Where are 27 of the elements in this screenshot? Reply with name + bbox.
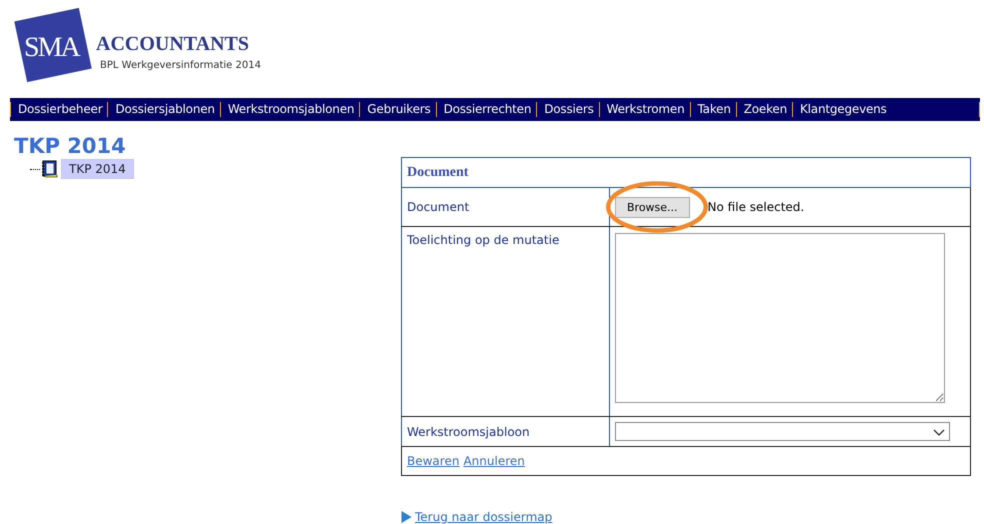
book-icon bbox=[40, 160, 58, 178]
file-status: No file selected. bbox=[708, 200, 804, 214]
menu-item[interactable]: Dossierbeheer bbox=[10, 102, 108, 117]
browse-button[interactable]: Browse... bbox=[615, 196, 690, 218]
menu-item[interactable]: Gebruikers bbox=[359, 102, 436, 117]
page-title: TKP 2014 bbox=[14, 133, 127, 159]
menu-item[interactable]: Dossiersjablonen bbox=[107, 102, 220, 117]
chevron-down-icon bbox=[933, 429, 945, 437]
field-label: Document bbox=[407, 200, 470, 214]
field-label: Toelichting op de mutatie bbox=[407, 233, 560, 247]
menu-item[interactable]: Werkstroomsjablonen bbox=[220, 102, 360, 117]
back-link[interactable]: Terug naar dossiermap bbox=[415, 510, 552, 524]
action-link[interactable]: Bewaren bbox=[407, 454, 460, 468]
menu-item[interactable]: Dossiers bbox=[536, 102, 599, 117]
template-dropdown[interactable] bbox=[615, 422, 950, 441]
comment-field[interactable] bbox=[615, 233, 945, 403]
tree-item[interactable]: TKP 2014 bbox=[61, 159, 134, 179]
menu-item[interactable]: Dossierrechten bbox=[436, 102, 536, 117]
menu-item[interactable]: Werkstromen bbox=[598, 102, 690, 117]
action-link[interactable]: Annuleren bbox=[463, 454, 525, 468]
menu-item[interactable]: Klantgegevens bbox=[792, 102, 892, 117]
menu-item[interactable]: Taken bbox=[690, 102, 736, 117]
field-label: Werkstroomsjabloon bbox=[407, 424, 530, 438]
play-icon bbox=[401, 511, 412, 523]
company-logo: SMA ACCOUNTANTS BPL Werkgeversinformatie 2014 bbox=[10, 4, 286, 88]
form-title: Document bbox=[407, 164, 468, 180]
menu-item[interactable]: Zoeken bbox=[736, 102, 792, 117]
